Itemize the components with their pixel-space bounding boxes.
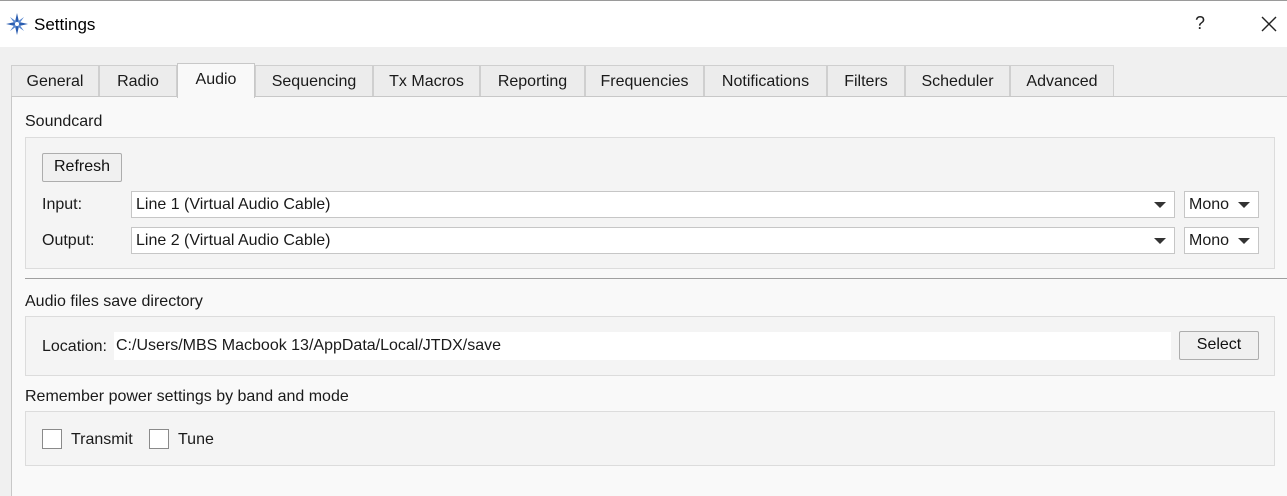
close-icon[interactable] bbox=[1258, 13, 1280, 35]
chevron-down-icon bbox=[1154, 238, 1166, 244]
audio-files-group: Location: C:/Users/MBS Macbook 13/AppDat… bbox=[25, 316, 1275, 376]
audio-files-section-label: Audio files save directory bbox=[25, 293, 203, 310]
power-section-label: Remember power settings by band and mode bbox=[25, 388, 349, 405]
chevron-down-icon bbox=[1238, 202, 1250, 208]
refresh-button[interactable]: Refresh bbox=[42, 153, 122, 182]
compass-star-icon bbox=[6, 13, 28, 35]
tab-frequencies[interactable]: Frequencies bbox=[585, 65, 704, 97]
tab-tx-macros[interactable]: Tx Macros bbox=[373, 65, 480, 97]
output-device-select[interactable]: Line 2 (Virtual Audio Cable) bbox=[131, 227, 1175, 254]
tab-general[interactable]: General bbox=[11, 65, 99, 97]
select-button[interactable]: Select bbox=[1179, 331, 1259, 360]
output-label: Output: bbox=[42, 232, 95, 249]
title-bar: Settings ? bbox=[0, 0, 1287, 47]
input-channel-select[interactable]: Mono bbox=[1184, 191, 1259, 218]
help-button[interactable]: ? bbox=[1190, 13, 1210, 35]
output-channel-value: Mono bbox=[1189, 232, 1230, 249]
tab-sequencing[interactable]: Sequencing bbox=[255, 65, 373, 97]
tab-scheduler[interactable]: Scheduler bbox=[905, 65, 1010, 97]
power-group: Transmit Tune bbox=[25, 411, 1275, 466]
section-divider bbox=[25, 278, 1287, 279]
tune-checkbox[interactable] bbox=[149, 429, 169, 449]
chevron-down-icon bbox=[1238, 238, 1250, 244]
input-label: Input: bbox=[42, 196, 83, 213]
tab-filters[interactable]: Filters bbox=[827, 65, 905, 97]
tab-advanced[interactable]: Advanced bbox=[1010, 65, 1114, 97]
tune-label: Tune bbox=[178, 431, 214, 448]
location-label: Location: bbox=[42, 338, 107, 355]
soundcard-group: Refresh Input: Line 1 (Virtual Audio Cab… bbox=[25, 137, 1275, 269]
chevron-down-icon bbox=[1154, 202, 1166, 208]
output-channel-select[interactable]: Mono bbox=[1184, 227, 1259, 254]
input-channel-value: Mono bbox=[1189, 196, 1230, 213]
tab-audio[interactable]: Audio bbox=[177, 63, 255, 98]
input-device-select[interactable]: Line 1 (Virtual Audio Cable) bbox=[131, 191, 1175, 218]
input-device-value: Line 1 (Virtual Audio Cable) bbox=[136, 196, 331, 213]
audio-settings-panel: Soundcard Refresh Input: Line 1 (Virtual… bbox=[11, 96, 1287, 496]
tab-notifications[interactable]: Notifications bbox=[704, 65, 827, 97]
soundcard-section-label: Soundcard bbox=[25, 113, 103, 130]
location-field[interactable]: C:/Users/MBS Macbook 13/AppData/Local/JT… bbox=[114, 332, 1171, 360]
window-title: Settings bbox=[34, 15, 96, 34]
transmit-checkbox[interactable] bbox=[42, 429, 62, 449]
tab-bar: General Radio Audio Sequencing Tx Macros… bbox=[11, 63, 1277, 98]
tab-reporting[interactable]: Reporting bbox=[480, 65, 585, 97]
transmit-label: Transmit bbox=[71, 431, 133, 448]
output-device-value: Line 2 (Virtual Audio Cable) bbox=[136, 232, 331, 249]
tab-radio[interactable]: Radio bbox=[99, 65, 177, 97]
